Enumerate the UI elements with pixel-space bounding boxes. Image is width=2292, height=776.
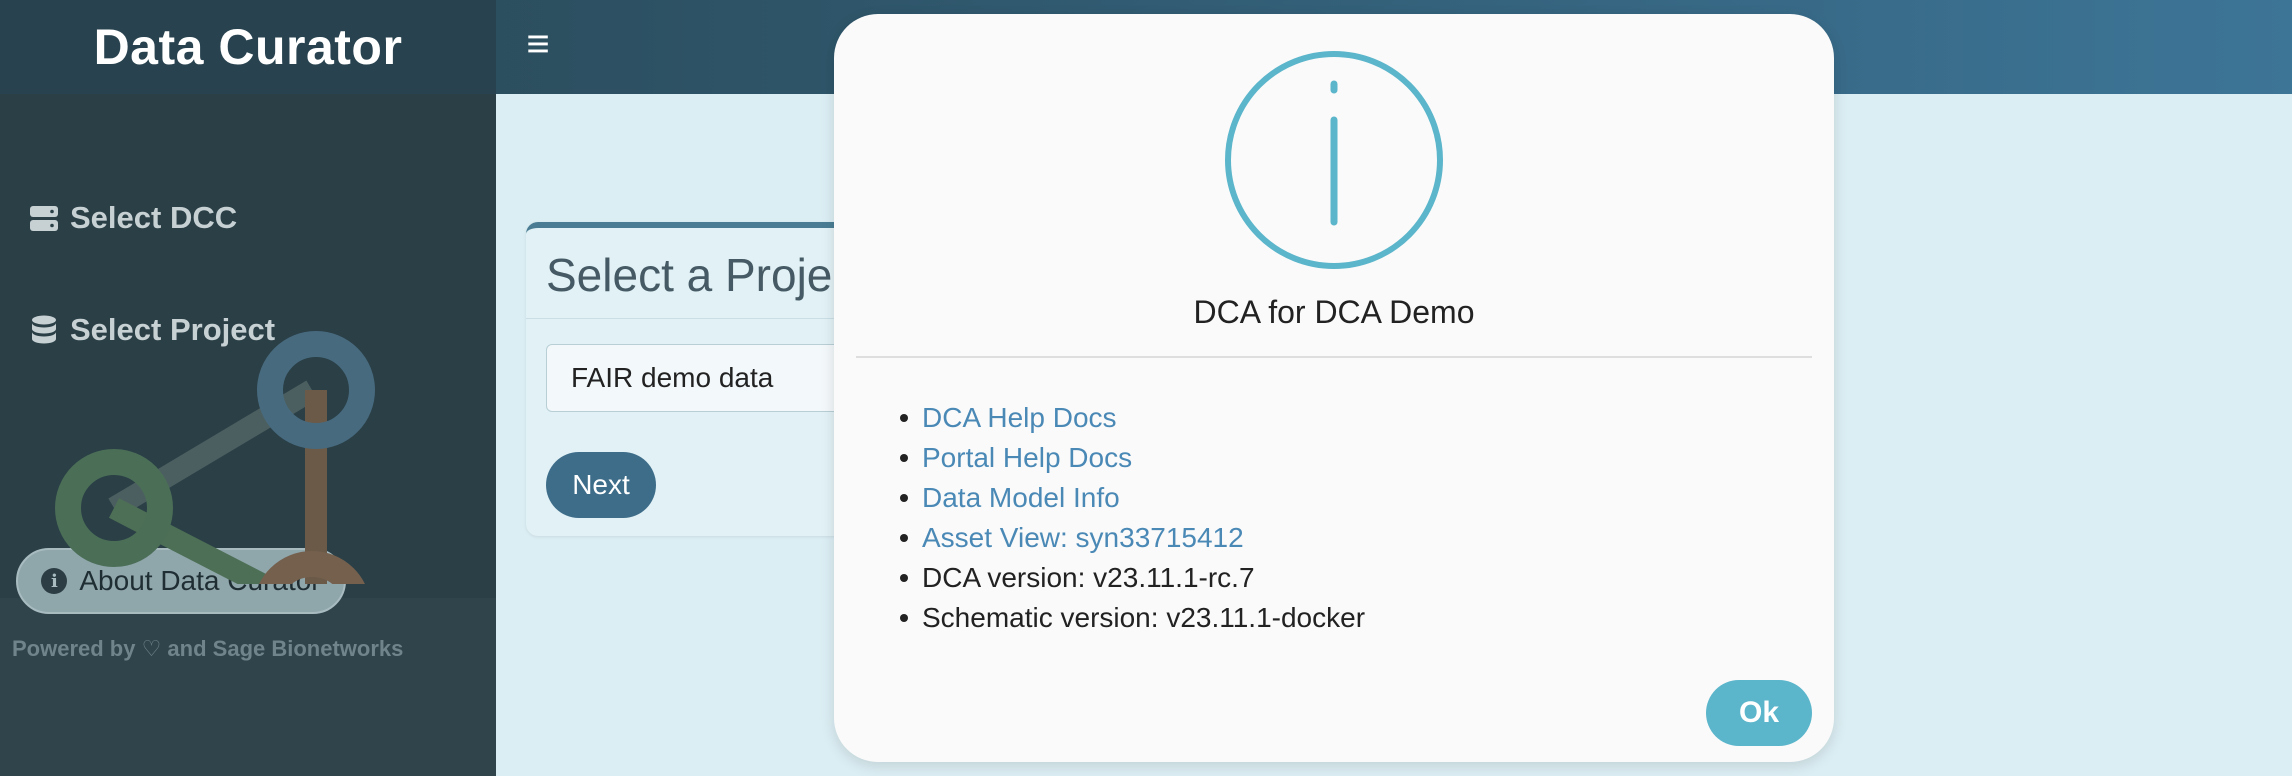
sidebar: Select DCC Select Project bbox=[0, 94, 496, 776]
modal-divider bbox=[856, 356, 1812, 358]
dca-version-text: DCA version: v23.11.1-rc.7 bbox=[922, 562, 1255, 593]
list-item: Data Model Info bbox=[900, 478, 1365, 518]
list-item: Schematic version: v23.11.1-docker bbox=[900, 598, 1365, 638]
modal-info-list: DCA Help Docs Portal Help Docs Data Mode… bbox=[900, 398, 1365, 638]
dca-help-docs-link[interactable]: DCA Help Docs bbox=[922, 398, 1117, 438]
list-item: Asset View: syn33715412 bbox=[900, 518, 1365, 558]
powered-by-text: Powered by ♡ and Sage Bionetworks bbox=[12, 636, 404, 661]
logo-area: Data Curator bbox=[0, 0, 496, 94]
portal-help-docs-link[interactable]: Portal Help Docs bbox=[922, 438, 1132, 478]
about-modal: DCA for DCA Demo DCA Help Docs Portal He… bbox=[834, 14, 1834, 762]
database-icon bbox=[32, 315, 56, 344]
network-graphic bbox=[55, 331, 375, 584]
sidebar-item-label: Select DCC bbox=[70, 200, 238, 235]
card-title: Select a Project bbox=[546, 249, 869, 301]
info-circle-icon bbox=[1225, 51, 1443, 269]
server-icon bbox=[30, 206, 58, 231]
sidebar-item-select-project[interactable]: Select Project bbox=[28, 312, 275, 348]
sidebar-footer bbox=[0, 598, 496, 776]
list-item: DCA Help Docs bbox=[900, 398, 1365, 438]
sidebar-item-select-dcc[interactable]: Select DCC bbox=[28, 200, 237, 236]
sidebar-item-label: Select Project bbox=[70, 312, 276, 347]
modal-title: DCA for DCA Demo bbox=[1193, 294, 1475, 330]
app-title: Data Curator bbox=[93, 19, 403, 75]
data-model-info-link[interactable]: Data Model Info bbox=[922, 478, 1120, 518]
next-button[interactable]: Next bbox=[546, 452, 656, 518]
list-item: DCA version: v23.11.1-rc.7 bbox=[900, 558, 1365, 598]
ok-button[interactable]: Ok bbox=[1706, 680, 1812, 746]
hamburger-icon[interactable]: ≡ bbox=[520, 24, 556, 64]
asset-view-link[interactable]: Asset View: syn33715412 bbox=[922, 518, 1244, 558]
schematic-version-text: Schematic version: v23.11.1-docker bbox=[922, 602, 1366, 633]
list-item: Portal Help Docs bbox=[900, 438, 1365, 478]
